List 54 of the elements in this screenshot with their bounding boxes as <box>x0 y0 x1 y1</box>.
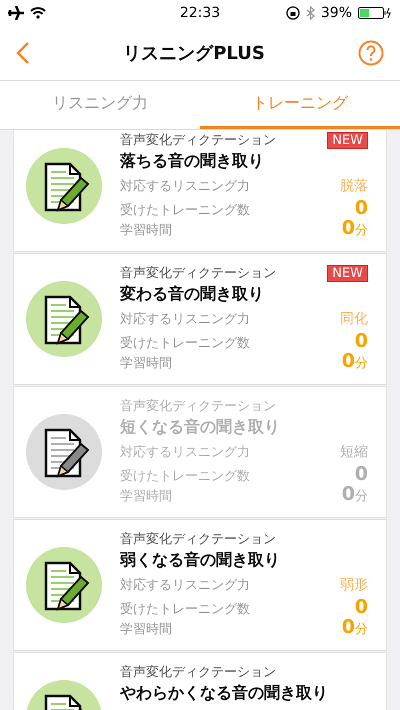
card-title: 落ちる音の聞き取り <box>120 151 265 172</box>
stat-label: 受けたトレーニング数 <box>120 468 250 485</box>
stat-value: 弱形 <box>340 576 368 594</box>
back-button[interactable] <box>16 41 30 65</box>
battery-icon <box>358 7 392 19</box>
stat-value: 0 <box>354 463 368 485</box>
stat-label: 対応するリスニング力 <box>120 577 250 594</box>
stat-value: 同化 <box>340 310 368 328</box>
document-pencil-icon <box>26 148 102 224</box>
stat-label: 対応するリスニング力 <box>120 178 250 195</box>
stat-value: 0分 <box>342 217 368 239</box>
card-title: 変わる音の聞き取り <box>120 284 265 305</box>
document-pencil-icon <box>26 281 102 357</box>
stat-value: 0分 <box>342 616 368 638</box>
stat-value: 0分 <box>342 483 368 505</box>
new-badge: NEW <box>327 264 368 282</box>
training-card[interactable]: 音声変化ディクテーション 弱くなる音の聞き取り 対応するリスニング力 弱形 受けたトレーニング数 0 学習時間 0分 <box>13 519 387 651</box>
bluetooth-icon <box>306 6 315 20</box>
stat-value: 0 <box>354 197 368 219</box>
card-category: 音声変化ディクテーション <box>120 664 276 681</box>
stat-label: 受けたトレーニング数 <box>120 202 250 219</box>
card-category: 音声変化ディクテーション <box>120 265 276 282</box>
help-button[interactable] <box>358 40 384 66</box>
stat-value: 短縮 <box>340 443 368 461</box>
card-category: 音声変化ディクテーション <box>120 398 276 415</box>
stat-label: 学習時間 <box>120 222 172 239</box>
nav-title: リスニングPLUS <box>123 42 265 65</box>
stat-value: 0 <box>354 596 368 618</box>
stat-label: 受けたトレーニング数 <box>120 335 250 352</box>
stat-value: 0分 <box>342 350 368 372</box>
stat-label: 対応するリスニング力 <box>120 444 250 461</box>
stat-value: 脱落 <box>340 177 368 195</box>
stat-value: 0 <box>354 330 368 352</box>
wifi-icon <box>30 7 46 19</box>
card-category: 音声変化ディクテーション <box>120 132 276 149</box>
training-card[interactable]: 音声変化ディクテーション NEW 落ちる音の聞き取り 対応するリスニング力 脱落 受けたトレーニング数 0 学習時間 0分 <box>13 130 387 252</box>
stat-label: 受けたトレーニング数 <box>120 601 250 618</box>
orientation-lock-icon <box>286 6 300 20</box>
training-card[interactable]: 音声変化ディクテーション NEW 変わる音の聞き取り 対応するリスニング力 同化 受けたトレーニング数 0 学習時間 0分 <box>13 253 387 385</box>
document-pencil-icon <box>26 414 102 490</box>
card-category: 音声変化ディクテーション <box>120 531 276 548</box>
battery-percent: 39% <box>320 5 352 21</box>
stat-label: 学習時間 <box>120 621 172 638</box>
card-title: 弱くなる音の聞き取り <box>120 550 281 571</box>
document-pencil-icon <box>26 547 102 623</box>
training-card[interactable]: 音声変化ディクテーション やわらかくなる音の聞き取り <box>13 652 387 710</box>
card-title: 短くなる音の聞き取り <box>120 417 281 438</box>
status-time: 22:33 <box>180 5 220 21</box>
card-title: やわらかくなる音の聞き取り <box>120 683 329 704</box>
stat-label: 学習時間 <box>120 355 172 372</box>
stat-label: 学習時間 <box>120 488 172 505</box>
stat-label: 対応するリスニング力 <box>120 311 250 328</box>
new-badge: NEW <box>327 132 368 148</box>
airplane-icon <box>8 6 24 20</box>
